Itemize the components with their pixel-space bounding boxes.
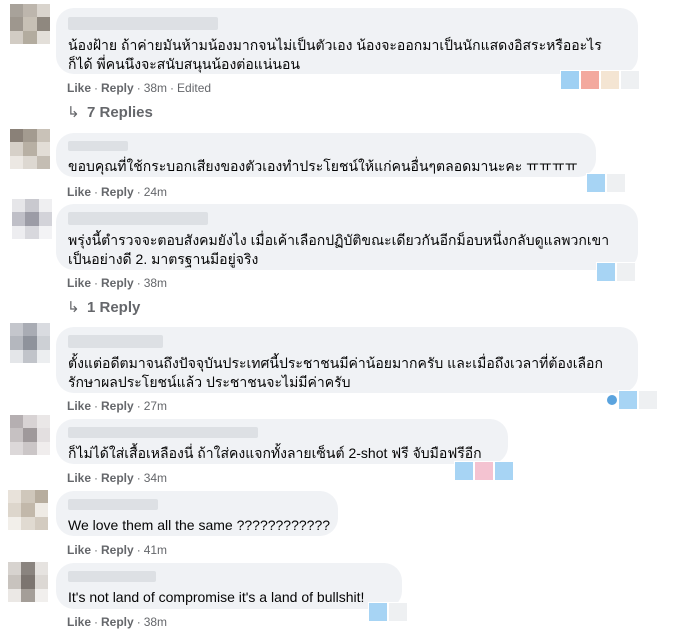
reply-button[interactable]: Reply (101, 185, 134, 199)
avatar[interactable] (8, 562, 48, 602)
comment-bubble: ขอบคุณที่ใช้กระบอกเสียงของตัวเองทำประโยช… (56, 133, 596, 177)
avatar[interactable] (10, 415, 50, 455)
reaction-summary[interactable] (454, 461, 514, 481)
timestamp[interactable]: 38m (144, 276, 167, 290)
like-button[interactable]: Like (67, 615, 91, 629)
reaction-summary[interactable] (606, 390, 658, 410)
like-button[interactable]: Like (67, 399, 91, 413)
view-replies-link[interactable]: ↳ 7 Replies (67, 103, 153, 121)
avatar[interactable] (12, 199, 52, 239)
edited-label[interactable]: Edited (177, 81, 211, 95)
comment-text-line-1: น้องฝ้าย ถ้าค่ายมันห้ามน้องมากจนไม่เป็นต… (68, 37, 602, 53)
timestamp[interactable]: 27m (144, 399, 167, 413)
reply-button[interactable]: Reply (101, 615, 134, 629)
timestamp[interactable]: 38m (144, 81, 167, 95)
reply-button[interactable]: Reply (101, 81, 134, 95)
comment-bubble: We love them all the same ???????????? (56, 491, 338, 536)
comment-bubble: ก็ไม่ได้ใส่เสื้อเหลืองนี่ ถ้าใส่คงแจกทั้… (56, 419, 508, 464)
author-name[interactable] (68, 427, 258, 438)
reaction-summary[interactable] (586, 173, 626, 193)
comment-bubble: น้องฝ้าย ถ้าค่ายมันห้ามน้องมากจนไม่เป็นต… (56, 8, 638, 74)
avatar[interactable] (10, 323, 50, 363)
comment-text-line-1: ตั้งแต่อดีตมาจนถึงปัจจุบันประเทศนี้ประชา… (68, 355, 603, 371)
reply-button[interactable]: Reply (101, 399, 134, 413)
timestamp[interactable]: 34m (144, 471, 167, 485)
comment-actions: Like · Reply · 41m (67, 543, 168, 557)
like-button[interactable]: Like (67, 276, 91, 290)
like-button[interactable]: Like (67, 81, 91, 95)
comment-actions: Like · Reply · 38m · Edited (67, 81, 212, 95)
comment-actions: Like · Reply · 38m (67, 276, 168, 290)
author-name[interactable] (68, 17, 218, 30)
reply-button[interactable]: Reply (101, 471, 134, 485)
comment-actions: Like · Reply · 38m (67, 615, 168, 629)
comment-text-line-1: พรุ่งนี้ตำรวจจะตอบสังคมยังไง เมื่อเค้าเล… (68, 232, 610, 248)
author-name[interactable] (68, 141, 128, 151)
reaction-summary[interactable] (368, 602, 408, 622)
author-name[interactable] (68, 212, 208, 225)
avatar[interactable] (10, 4, 50, 44)
reply-arrow-icon: ↳ (67, 299, 80, 316)
comment-text-line-1: ก็ไม่ได้ใส่เสื้อเหลืองนี่ ถ้าใส่คงแจกทั้… (68, 445, 482, 461)
comment-bubble: It's not land of compromise it's a land … (56, 563, 402, 609)
like-button[interactable]: Like (67, 185, 91, 199)
comment-actions: Like · Reply · 24m (67, 185, 168, 199)
comment-text-line-2: รักษาผลประโยชน์แล้ว ประชาชนจะไม่มีค่าครั… (68, 374, 351, 390)
reaction-summary[interactable] (560, 70, 640, 90)
comment-text-line-2: ก็ได้ พี่คนนึงจะสนับสนุนน้องต่อแน่นอน (68, 56, 300, 72)
reply-button[interactable]: Reply (101, 276, 134, 290)
comment-actions: Like · Reply · 27m (67, 399, 168, 413)
like-button[interactable]: Like (67, 543, 91, 557)
timestamp[interactable]: 24m (144, 185, 167, 199)
comment-text-line-1: We love them all the same ???????????? (68, 517, 331, 533)
author-name[interactable] (68, 335, 163, 348)
timestamp[interactable]: 38m (144, 615, 167, 629)
avatar[interactable] (8, 490, 48, 530)
comment-text-line-1: ขอบคุณที่ใช้กระบอกเสียงของตัวเองทำประโยช… (68, 158, 578, 174)
comment-actions: Like · Reply · 34m (67, 471, 168, 485)
timestamp[interactable]: 41m (144, 543, 167, 557)
reply-arrow-icon: ↳ (67, 104, 80, 121)
reaction-summary[interactable] (596, 262, 636, 282)
reply-button[interactable]: Reply (101, 543, 134, 557)
view-replies-link[interactable]: ↳ 1 Reply (67, 298, 140, 316)
like-button[interactable]: Like (67, 471, 91, 485)
comment-bubble: ตั้งแต่อดีตมาจนถึงปัจจุบันประเทศนี้ประชา… (56, 327, 638, 393)
author-name[interactable] (68, 499, 158, 510)
comment-text-line-2: เป็นอย่างดี 2. มาตรฐานมีอยู่จริง (68, 251, 259, 267)
avatar[interactable] (10, 129, 50, 169)
comment-text-line-1: It's not land of compromise it's a land … (68, 589, 365, 605)
author-name[interactable] (68, 571, 156, 582)
comment-bubble: พรุ่งนี้ตำรวจจะตอบสังคมยังไง เมื่อเค้าเล… (56, 204, 638, 270)
